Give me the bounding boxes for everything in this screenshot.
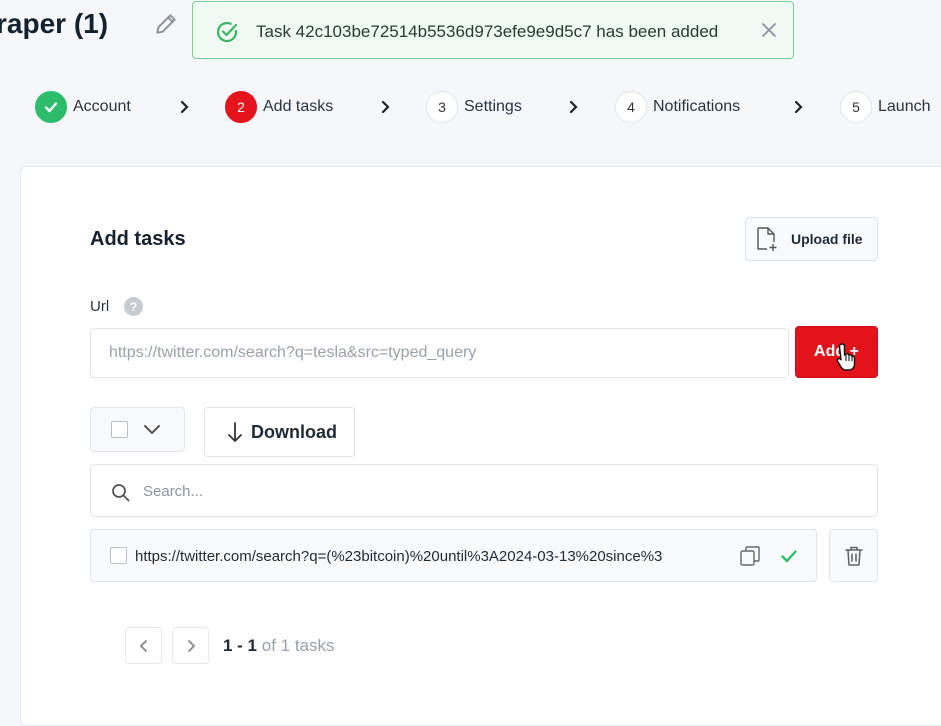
page-title: raper (1) (0, 8, 109, 39)
download-label: Download (251, 421, 337, 442)
task-search (90, 464, 878, 518)
url-label: Url (90, 298, 110, 315)
prev-page-button[interactable] (125, 627, 162, 664)
task-url: https://twitter.com/search?q=(%23bitcoin… (135, 548, 663, 565)
chevron-left-icon (139, 639, 147, 652)
file-plus-icon (757, 227, 777, 251)
chevron-right-icon (180, 100, 189, 114)
task-checkbox[interactable] (110, 547, 127, 564)
check-circle-icon (216, 21, 238, 43)
step-account[interactable]: Account (35, 90, 131, 124)
upload-file-label: Upload file (791, 231, 863, 247)
delete-task-button[interactable] (829, 529, 878, 582)
pagination-info: 1 - 1 of 1 tasks (223, 636, 335, 656)
select-all-checkbox[interactable] (111, 421, 128, 438)
close-icon[interactable] (761, 22, 777, 38)
step-label: Account (73, 98, 131, 115)
url-input[interactable] (90, 328, 789, 378)
chevron-right-icon (569, 100, 578, 114)
search-input[interactable] (141, 465, 845, 518)
pagination-range: 1 - 1 (223, 636, 258, 655)
bulk-select-dropdown[interactable] (90, 407, 185, 452)
step-number: 3 (426, 91, 458, 123)
step-number: 5 (840, 91, 872, 123)
step-label: Add tasks (263, 98, 334, 115)
next-page-button[interactable] (172, 627, 209, 664)
step-label: Settings (464, 98, 522, 115)
step-settings[interactable]: 3 Settings (426, 90, 522, 124)
arrow-down-icon (228, 422, 242, 442)
help-icon[interactable]: ? (124, 297, 143, 316)
hand-cursor-icon (836, 343, 856, 371)
upload-file-button[interactable]: Upload file (745, 217, 878, 261)
chevron-down-icon[interactable] (143, 422, 161, 438)
check-icon (781, 550, 797, 563)
step-notifications[interactable]: 4 Notifications (615, 90, 740, 124)
chevron-right-icon (794, 100, 803, 114)
step-label: Launch (878, 98, 931, 115)
toast-notification: Task 42c103be72514b5536d973efe9e9d5c7 ha… (192, 1, 794, 59)
copy-icon[interactable] (739, 545, 761, 567)
section-title: Add tasks (90, 228, 186, 250)
download-button[interactable]: Download (204, 407, 355, 457)
step-add-tasks[interactable]: 2 Add tasks (225, 90, 333, 124)
pencil-icon[interactable] (153, 11, 179, 37)
step-label: Notifications (653, 98, 741, 115)
chevron-right-icon (381, 100, 390, 114)
step-launch[interactable]: 5 Launch (840, 90, 931, 124)
pagination-total: of 1 tasks (261, 636, 335, 655)
task-row: https://twitter.com/search?q=(%23bitcoin… (90, 529, 817, 582)
step-number: 4 (615, 91, 647, 123)
trash-icon (845, 546, 863, 566)
search-icon (112, 484, 130, 502)
toast-message: Task 42c103be72514b5536d973efe9e9d5c7 ha… (256, 22, 719, 41)
step-number: 2 (225, 91, 257, 123)
check-icon (44, 102, 58, 113)
chevron-right-icon (187, 639, 195, 652)
step-done-badge (35, 91, 67, 123)
